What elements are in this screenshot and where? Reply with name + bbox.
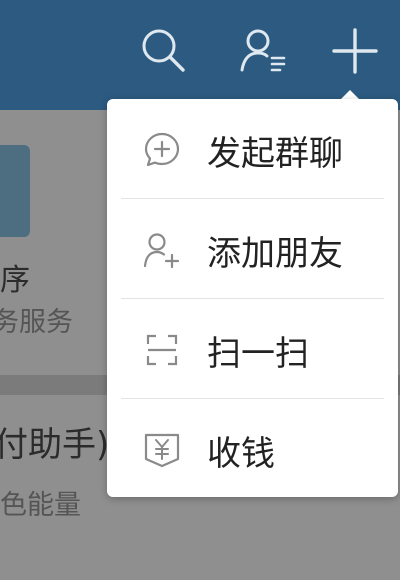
menu-item-group-chat[interactable]: 发起群聊 [107,99,398,198]
add-icon[interactable] [327,22,383,78]
search-icon[interactable] [135,22,191,78]
menu-item-label: 添加朋友 [207,234,343,274]
menu-item-scan[interactable]: 扫一扫 [107,299,398,398]
receive-money-icon [142,430,182,470]
menu-item-label: 发起群聊 [207,134,343,174]
add-friend-icon [142,230,182,270]
mini-program-sub: 务服务 [0,307,73,338]
menu-item-add-friend[interactable]: 添加朋友 [107,199,398,298]
mini-program-label: 序 [0,263,30,298]
chat-plus-icon [142,130,182,170]
popup-menu: 发起群聊 添加朋友 扫一扫 收钱 [107,99,398,497]
menu-item-label: 收钱 [207,434,275,474]
menu-item-receive-money[interactable]: 收钱 [107,399,398,498]
mini-program-tile [0,145,30,237]
scan-icon [142,330,182,370]
helper-label: 付助手) [0,425,110,465]
contacts-icon[interactable] [236,22,292,78]
helper-sub: 色能量 [0,490,81,521]
menu-item-label: 扫一扫 [207,334,309,374]
